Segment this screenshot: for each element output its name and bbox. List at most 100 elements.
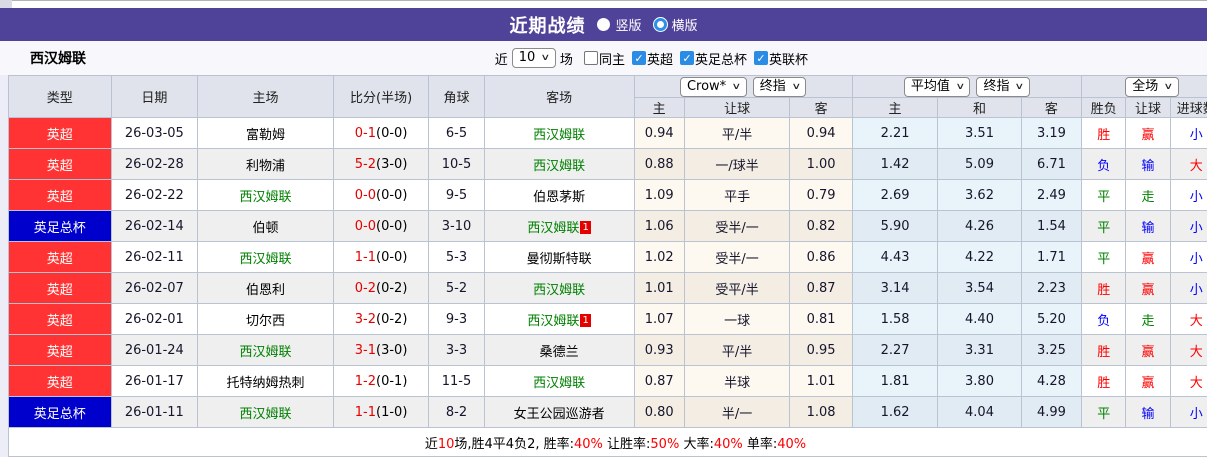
- away-team-name[interactable]: 西汉姆联: [533, 283, 585, 298]
- asia-away-odds: 0.94: [789, 117, 853, 149]
- layout-radio-vertical[interactable]: 竖版: [597, 15, 642, 34]
- summary-stat-value: 40%: [713, 436, 743, 452]
- euro-draw-odds: 5.09: [937, 148, 1022, 180]
- euro-company-value: 平均值: [910, 78, 950, 94]
- filter-checkbox-label: 英联杯: [768, 52, 808, 68]
- away-team-name[interactable]: 西汉姆联: [533, 159, 585, 174]
- euro-home-odds: 2.69: [851, 179, 939, 211]
- result-handicap-value: 赢: [1141, 127, 1155, 143]
- euro-type-select[interactable]: 终指 ∨: [976, 76, 1031, 97]
- away-team-name[interactable]: 西汉姆联: [533, 128, 585, 143]
- matches-label: 场: [559, 52, 573, 68]
- sub-header-asia-away: 客: [789, 97, 853, 118]
- filter-checkbox[interactable]: ✓: [679, 51, 694, 65]
- away-team-name[interactable]: 桑德兰: [540, 345, 579, 360]
- result-wdl-value: 平: [1097, 220, 1111, 236]
- table-row: 英超 26-03-05 富勒姆 0-1(0-0) 6-5 西汉姆联 0.94 平/半 0.94 2…: [8, 117, 1207, 149]
- euro-home-odds: 1.42: [851, 148, 939, 180]
- result-goals-value: 大: [1189, 375, 1203, 391]
- asia-away-odds: 0.95: [789, 334, 853, 366]
- table-row: 英足总杯 26-02-14 伯顿 0-0(0-0) 3-10 西汉姆联 1 1.06 受半/一 0…: [8, 210, 1207, 242]
- filter-checkbox[interactable]: ✓: [631, 51, 646, 65]
- home-team-name[interactable]: 西汉姆联: [239, 252, 291, 267]
- score-cell: 1-2(0-1): [332, 365, 430, 397]
- result-wdl: 平: [1081, 179, 1127, 211]
- scope-select[interactable]: 全场 ∨: [1125, 76, 1179, 97]
- score-cell: 3-2(0-2): [332, 303, 430, 335]
- sub-header-euro-draw: 和: [937, 97, 1022, 118]
- red-card-badge: 1: [580, 313, 591, 327]
- home-team-name[interactable]: 伯顿: [252, 221, 278, 236]
- home-team-name[interactable]: 西汉姆联: [239, 407, 291, 422]
- away-team-name[interactable]: 伯恩茅斯: [533, 190, 585, 205]
- match-date: 26-02-07: [110, 272, 199, 304]
- asia-handicap-line: 一球: [683, 303, 791, 335]
- result-wdl-value: 平: [1097, 251, 1111, 267]
- away-team-name[interactable]: 西汉姆联: [533, 376, 585, 391]
- radio-unchecked-icon: [597, 18, 611, 31]
- match-count-select[interactable]: 10 ∨: [511, 48, 556, 68]
- halftime-score: (0-0): [376, 218, 408, 234]
- result-handicap: 输: [1125, 148, 1171, 180]
- summary-stat-label: 让胜率:: [602, 436, 651, 452]
- home-team-name[interactable]: 利物浦: [246, 159, 285, 174]
- asia-type-select[interactable]: 终指 ∨: [752, 76, 807, 97]
- chevron-down-icon: ∨: [791, 81, 802, 92]
- asia-odds-header: Crow* ∨ 终指 ∨: [633, 75, 853, 98]
- away-team-name[interactable]: 西汉姆联: [527, 221, 579, 236]
- layout-radio-horizontal[interactable]: 横版: [653, 15, 698, 34]
- home-team-name[interactable]: 富勒姆: [246, 128, 285, 143]
- result-handicap-value: 赢: [1141, 251, 1155, 267]
- asia-handicap-line: 平/半: [683, 334, 791, 366]
- euro-home-odds: 2.27: [851, 334, 939, 366]
- asia-company-select[interactable]: Crow* ∨: [679, 76, 747, 97]
- home-team-name[interactable]: 托特纳姆热刺: [226, 376, 304, 391]
- home-team-name[interactable]: 伯恩利: [246, 283, 285, 298]
- filter-checkbox[interactable]: ✓: [753, 51, 768, 65]
- asia-handicap-line: 半球: [683, 365, 791, 397]
- sub-header-euro-away: 客: [1020, 97, 1083, 118]
- filter-checkbox[interactable]: [583, 51, 598, 65]
- halftime-score: (0-2): [376, 280, 408, 296]
- result-handicap-value: 输: [1141, 220, 1155, 236]
- league-badge-cell: 英超: [8, 148, 112, 180]
- euro-draw-odds: 3.31: [937, 334, 1022, 366]
- away-team-cell: 西汉姆联: [483, 272, 635, 304]
- radio-checked-icon: [653, 18, 667, 31]
- home-team-name[interactable]: 西汉姆联: [239, 345, 291, 360]
- result-wdl: 负: [1081, 303, 1127, 335]
- fulltime-score: 1-1: [354, 404, 377, 420]
- home-team-name[interactable]: 切尔西: [246, 314, 285, 329]
- away-team-name[interactable]: 女王公园巡游者: [514, 407, 605, 422]
- result-wdl: 胜: [1081, 334, 1127, 366]
- away-team-name[interactable]: 曼彻斯特联: [527, 252, 592, 267]
- asia-away-odds: 0.79: [789, 179, 853, 211]
- euro-away-odds: 5.20: [1020, 303, 1083, 335]
- euro-draw-odds: 4.22: [937, 241, 1022, 273]
- result-goals-value: 大: [1189, 344, 1203, 360]
- asia-type-value: 终指: [759, 78, 786, 94]
- result-goals: 小: [1169, 179, 1207, 211]
- check-icon: ✓: [682, 51, 692, 65]
- corner-cell: 10-5: [428, 148, 485, 180]
- result-wdl-value: 负: [1097, 313, 1111, 329]
- league-badge-cell: 英超: [8, 365, 112, 397]
- top-strip: [0, 0, 1207, 8]
- col-header-type: 类型: [8, 75, 112, 118]
- away-team-name[interactable]: 西汉姆联: [527, 314, 579, 329]
- result-wdl-value: 负: [1097, 158, 1111, 174]
- sub-header-euro-home: 主: [851, 97, 939, 118]
- fulltime-score: 5-2: [354, 156, 377, 172]
- score-cell: 1-1(1-0): [332, 396, 430, 428]
- home-team-name[interactable]: 西汉姆联: [239, 190, 291, 205]
- score-cell: 0-1(0-0): [332, 117, 430, 149]
- home-team-cell: 西汉姆联: [197, 334, 334, 366]
- euro-company-select[interactable]: 平均值 ∨: [903, 76, 971, 97]
- result-wdl: 胜: [1081, 365, 1127, 397]
- euro-draw-odds: 3.54: [937, 272, 1022, 304]
- asia-away-odds: 1.01: [789, 365, 853, 397]
- euro-home-odds: 4.43: [851, 241, 939, 273]
- layout-radio-vertical-label: 竖版: [615, 19, 642, 34]
- result-handicap-value: 输: [1141, 406, 1155, 422]
- league-badge-cell: 英超: [8, 241, 112, 273]
